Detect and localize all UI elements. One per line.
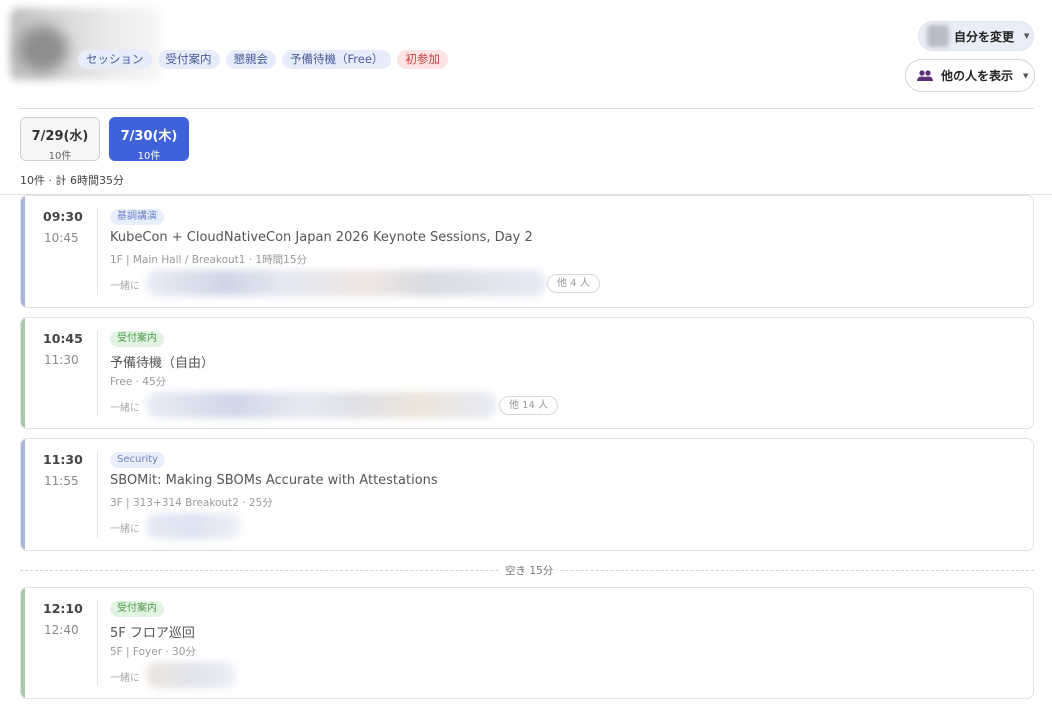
start-time: 12:10 — [43, 601, 83, 616]
day-tab-count: 10件 — [137, 151, 161, 162]
start-time: 09:30 — [43, 209, 83, 224]
category-tag: Security — [110, 452, 166, 468]
day-tab-0730[interactable]: 7/30(木) 10件 — [109, 117, 189, 162]
tag-party[interactable]: 懇親会 — [225, 50, 276, 69]
session-meta: 5F | Foyer · 30分 — [110, 646, 196, 658]
change-user-button[interactable]: 自分を変更 ▼ — [918, 21, 1034, 51]
category-tag: 受付案内 — [110, 601, 164, 617]
category-bar — [21, 439, 25, 550]
session-meta: Free · 45分 — [110, 376, 167, 388]
more-attendees-badge[interactable]: 他 4 人 — [547, 274, 600, 293]
category-tags: セッション 受付案内 懇親会 予備待機（Free） 初参加 — [78, 50, 448, 69]
session-card[interactable]: 11:30 11:55 Security SBOMit: Making SBOM… — [20, 438, 1034, 551]
tag-standby-free[interactable]: 予備待機（Free） — [282, 50, 392, 69]
show-others-button[interactable]: 他の人を表示 ▼ — [905, 59, 1035, 92]
category-bar — [21, 318, 25, 428]
session-meta: 3F | 313+314 Breakout2 · 25分 — [110, 497, 273, 509]
end-time: 11:30 — [44, 353, 79, 367]
category-tag: 受付案内 — [110, 331, 164, 347]
end-time: 11:55 — [44, 474, 79, 488]
start-time: 10:45 — [43, 331, 83, 346]
day-tab-date: 7/29(水) — [31, 129, 89, 144]
session-title[interactable]: SBOMit: Making SBOMs Accurate with Attes… — [110, 473, 438, 488]
tag-session[interactable]: セッション — [78, 50, 152, 69]
end-time: 10:45 — [44, 231, 79, 245]
session-title[interactable]: KubeCon + CloudNativeCon Japan 2026 Keyn… — [110, 230, 533, 245]
chevron-down-icon: ▼ — [1023, 71, 1029, 80]
people-icon — [917, 69, 933, 82]
user-avatar-icon — [927, 25, 949, 47]
change-user-label: 自分を変更 — [954, 29, 1015, 44]
attendee-avatars — [146, 392, 496, 418]
category-tag: 基調講演 — [110, 209, 164, 225]
divider — [18, 108, 1034, 109]
with-label: 一緒に — [110, 524, 140, 535]
session-title[interactable]: 5F フロア巡回 — [110, 622, 195, 641]
schedule-summary: 10件 · 計 6時間35分 — [20, 174, 124, 187]
more-attendees-badge[interactable]: 他 14 人 — [499, 396, 559, 415]
show-others-label: 他の人を表示 — [941, 69, 1014, 83]
session-card[interactable]: 10:45 11:30 受付案内 予備待機（自由） Free · 45分 一緒に… — [20, 317, 1034, 429]
with-label: 一緒に — [110, 403, 140, 414]
divider — [97, 451, 98, 538]
divider — [97, 330, 98, 416]
start-time: 11:30 — [43, 452, 83, 467]
with-label: 一緒に — [110, 281, 140, 292]
free-time-label: 空き 15分 — [499, 563, 560, 578]
divider — [97, 208, 98, 295]
tag-first-time[interactable]: 初参加 — [397, 50, 448, 69]
tag-reception[interactable]: 受付案内 — [157, 50, 220, 69]
day-tab-count: 10件 — [48, 151, 72, 162]
category-bar — [21, 588, 25, 698]
attendee-avatars — [146, 662, 236, 688]
session-card[interactable]: 09:30 10:45 基調講演 KubeCon + CloudNativeCo… — [20, 195, 1034, 308]
divider — [97, 600, 98, 686]
session-meta: 1F | Main Hall / Breakout1 · 1時間15分 — [110, 254, 308, 266]
session-title[interactable]: 予備待機（自由） — [110, 352, 214, 371]
day-tab-0729[interactable]: 7/29(水) 10件 — [20, 117, 100, 162]
with-label: 一緒に — [110, 673, 140, 684]
attendee-avatars — [146, 270, 546, 296]
session-card[interactable]: 12:10 12:40 受付案内 5F フロア巡回 5F | Foyer · 3… — [20, 587, 1034, 699]
end-time: 12:40 — [44, 623, 79, 637]
avatar — [18, 26, 68, 72]
attendee-avatars — [146, 513, 241, 539]
chevron-down-icon: ▼ — [1024, 32, 1030, 40]
category-bar — [21, 196, 25, 307]
day-tab-date: 7/30(木) — [120, 129, 178, 144]
